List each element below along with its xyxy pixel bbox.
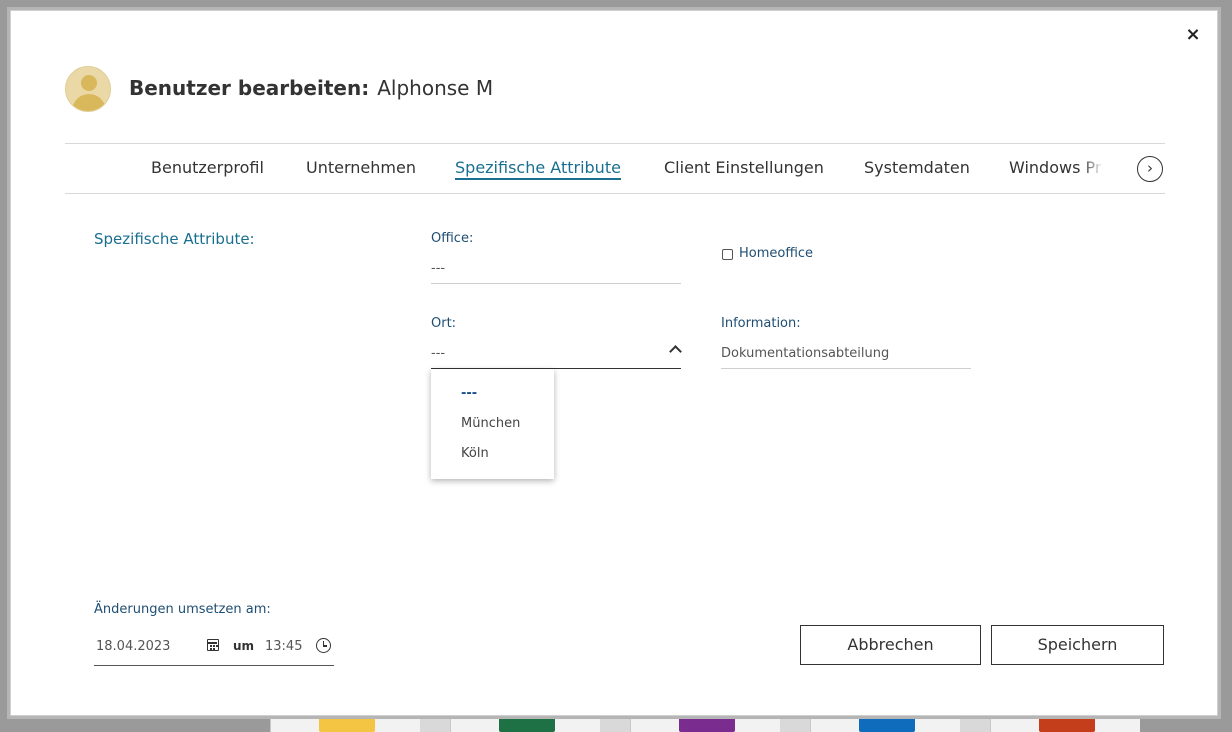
office-underline <box>431 283 681 284</box>
section-label: Spezifische Attribute: <box>94 230 255 248</box>
ort-label: Ort: <box>431 316 457 331</box>
tabs-bar: Benutzerprofil Unternehmen Spezifische A… <box>65 143 1165 194</box>
information-field[interactable]: Dokumentationsabteilung <box>721 346 889 361</box>
dropdown-option[interactable]: --- <box>461 386 477 401</box>
tab-client-einstellungen[interactable]: Client Einstellungen <box>664 158 824 177</box>
save-button[interactable]: Speichern <box>991 625 1164 665</box>
dialog-title: Benutzer bearbeiten: Alphonse M <box>129 76 493 100</box>
apply-changes-label: Änderungen umsetzen am: <box>94 602 271 617</box>
tabs-next-button[interactable]: › <box>1137 156 1163 182</box>
edit-user-dialog: × Benutzer bearbeiten: Alphonse M Benutze… <box>10 10 1218 716</box>
information-underline <box>721 368 971 369</box>
title-prefix: Benutzer bearbeiten: <box>129 76 370 100</box>
avatar <box>65 66 111 112</box>
avatar-body <box>72 94 106 111</box>
homeoffice-checkbox[interactable] <box>722 249 733 260</box>
office-label: Office: <box>431 231 474 246</box>
close-button[interactable]: × <box>1183 25 1203 45</box>
user-name: Alphonse M <box>377 76 494 100</box>
ort-select[interactable]: --- <box>431 346 445 361</box>
dropdown-option[interactable]: München <box>461 416 520 431</box>
homeoffice-label[interactable]: Homeoffice <box>739 246 813 261</box>
date-input[interactable]: 18.04.2023 <box>96 639 170 654</box>
tab-benutzerprofil[interactable]: Benutzerprofil <box>151 158 264 177</box>
tab-unternehmen[interactable]: Unternehmen <box>306 158 416 177</box>
information-label: Information: <box>721 316 801 331</box>
avatar-head <box>81 75 97 91</box>
um-label: um <box>233 639 255 653</box>
clock-icon[interactable] <box>316 638 331 653</box>
cancel-button[interactable]: Abbrechen <box>800 625 981 665</box>
calendar-icon[interactable] <box>207 639 219 651</box>
tab-windows-profil[interactable]: Windows Profil <box>1009 158 1103 177</box>
ort-dropdown: --- München Köln <box>431 369 554 479</box>
tab-systemdaten[interactable]: Systemdaten <box>864 158 970 177</box>
tab-spezifische-attribute[interactable]: Spezifische Attribute <box>455 158 621 180</box>
time-input[interactable]: 13:45 <box>265 639 302 654</box>
chevron-up-icon[interactable] <box>669 345 682 358</box>
schedule-field: 18.04.2023 um 13:45 <box>94 631 334 666</box>
dropdown-option[interactable]: Köln <box>461 446 489 461</box>
office-field[interactable]: --- <box>431 261 445 276</box>
